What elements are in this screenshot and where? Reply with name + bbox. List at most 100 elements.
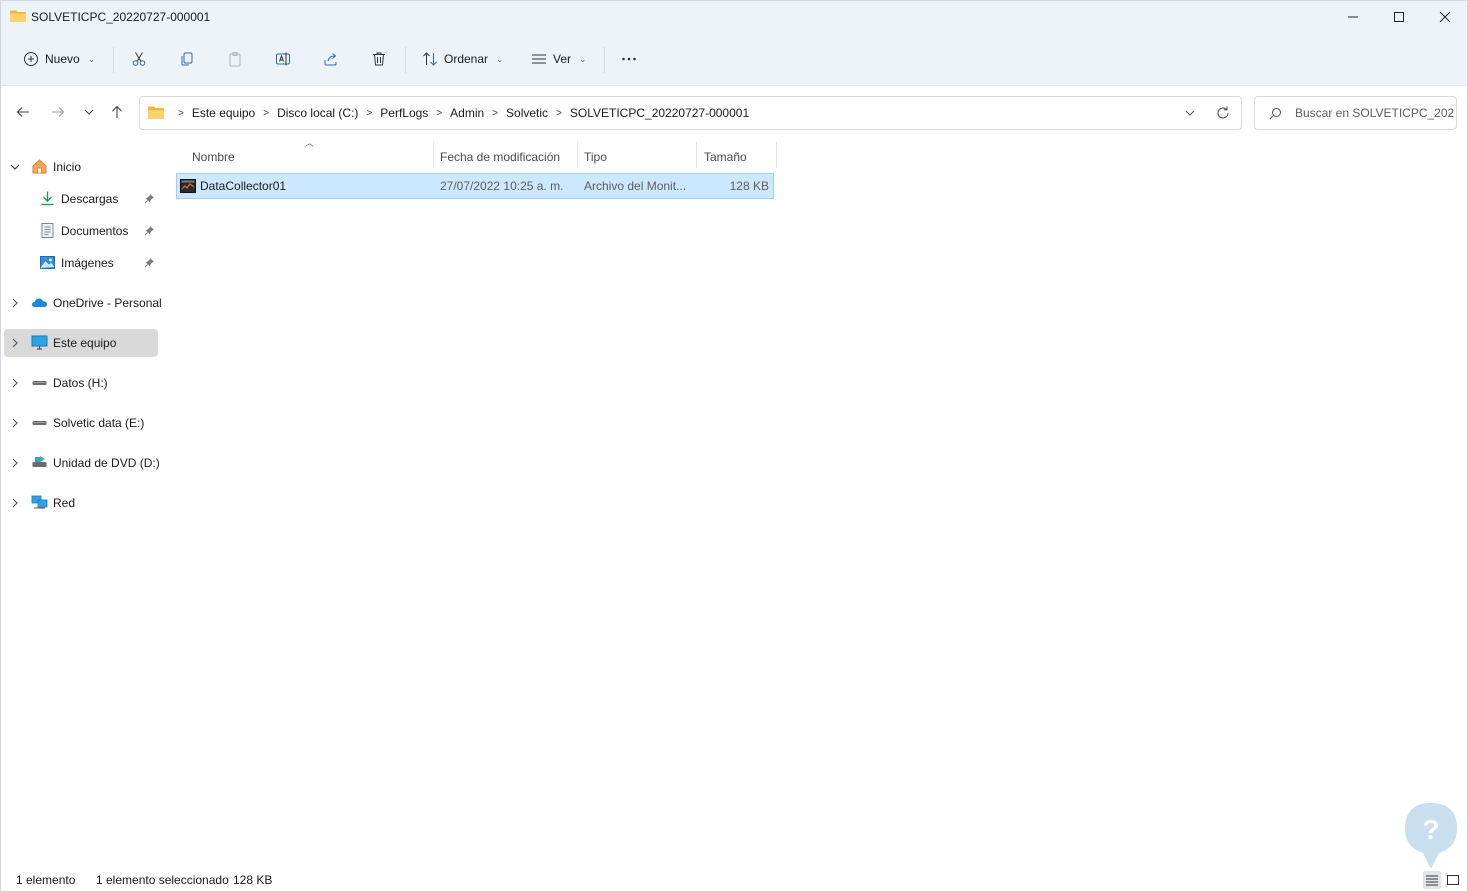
maximize-button[interactable] xyxy=(1376,1,1422,33)
address-history-chevron-icon[interactable] xyxy=(1183,106,1197,120)
cut-button[interactable] xyxy=(125,43,153,75)
column-header-name[interactable]: Nombre xyxy=(192,144,235,170)
sidebar-item-imagenes[interactable]: Imágenes xyxy=(4,249,158,277)
chevron-right-icon: > xyxy=(366,107,373,119)
chevron-down-icon: ⌄ xyxy=(87,53,96,64)
pin-icon[interactable] xyxy=(144,225,155,236)
chevron-right-icon: > xyxy=(436,107,443,119)
sidebar-item-datos-h[interactable]: Datos (H:) xyxy=(4,369,158,397)
breadcrumb-item[interactable]: SOLVETICPC_20220727-000001 xyxy=(570,106,749,120)
column-header-type[interactable]: Tipo xyxy=(584,144,607,170)
pin-icon[interactable] xyxy=(144,193,155,204)
recent-locations-button[interactable] xyxy=(79,102,99,122)
file-name: DataCollector01 xyxy=(200,179,287,193)
sidebar-item-label: Este equipo xyxy=(53,336,117,350)
arrow-right-icon xyxy=(52,107,65,117)
column-header-size[interactable]: Tamaño xyxy=(704,144,747,170)
chevron-down-icon: ⌄ xyxy=(496,53,504,64)
chevron-down-icon: ⌄ xyxy=(579,53,587,64)
delete-button[interactable] xyxy=(365,43,393,75)
cloud-icon xyxy=(32,298,47,307)
breadcrumb-item[interactable]: PerfLogs xyxy=(380,106,428,120)
minimize-icon xyxy=(1348,16,1358,18)
sort-label: Ordenar xyxy=(444,52,489,66)
column-divider[interactable] xyxy=(577,142,578,168)
file-list: Nombre ︿ Fecha de modificación Tipo Tama… xyxy=(164,138,1467,864)
forward-button[interactable] xyxy=(48,102,68,122)
sidebar-item-inicio[interactable]: Inicio xyxy=(4,153,158,181)
column-divider[interactable] xyxy=(696,142,697,168)
sort-ascending-icon: ︿ xyxy=(305,138,315,148)
chevron-right-icon[interactable] xyxy=(9,297,21,309)
search-input[interactable] xyxy=(1295,97,1455,129)
copy-icon xyxy=(181,52,193,66)
minimize-button[interactable] xyxy=(1330,1,1376,33)
pin-icon[interactable] xyxy=(144,257,155,268)
more-options-button[interactable] xyxy=(615,43,643,75)
maximize-icon xyxy=(1394,12,1404,22)
chevron-down-icon[interactable] xyxy=(9,161,21,173)
sidebar-item-solvetic-data-e[interactable]: Solvetic data (E:) xyxy=(4,409,158,437)
tiles-view-button[interactable] xyxy=(1444,871,1462,889)
back-button[interactable] xyxy=(13,102,33,122)
file-explorer-window: SOLVETICPC_20220727-000001 Nuevo ⌄ Orden… xyxy=(0,0,1468,891)
chevron-right-icon[interactable] xyxy=(9,497,21,509)
selection-size: 128 KB xyxy=(233,873,273,887)
address-bar[interactable]: > Este equipo > Disco local (C:) > PerfL… xyxy=(139,96,1242,130)
chevron-right-icon: > xyxy=(556,107,562,119)
column-header-label: Fecha de modificación xyxy=(440,150,561,164)
sidebar-item-label: Datos (H:) xyxy=(53,376,108,390)
chevron-right-icon[interactable] xyxy=(9,377,21,389)
file-type: Archivo del Monit... xyxy=(584,179,687,193)
column-divider[interactable] xyxy=(776,142,777,168)
toolbar-divider xyxy=(113,47,114,73)
breadcrumb-item[interactable]: Admin xyxy=(450,106,484,120)
home-icon xyxy=(32,159,47,174)
details-view-button[interactable] xyxy=(1423,871,1441,889)
command-bar: Nuevo ⌄ Ordenar ⌄ Ver ⌄ xyxy=(1,33,1467,86)
up-button[interactable] xyxy=(107,102,127,122)
paste-icon xyxy=(229,52,241,67)
rename-button[interactable] xyxy=(269,43,297,75)
sidebar-item-onedrive[interactable]: OneDrive - Personal xyxy=(4,289,162,317)
breadcrumb-item[interactable]: Disco local (C:) xyxy=(277,106,358,120)
sidebar-item-documentos[interactable]: Documentos xyxy=(4,217,158,245)
sidebar-item-red[interactable]: Red xyxy=(4,489,158,517)
download-icon xyxy=(41,191,54,206)
plus-circle-icon xyxy=(24,52,38,66)
sidebar-item-label: Unidad de DVD (D:) xyxy=(53,456,160,470)
sidebar-item-label: Imágenes xyxy=(61,256,114,270)
view-button[interactable]: Ver ⌄ xyxy=(525,43,593,75)
close-button[interactable] xyxy=(1422,1,1468,33)
column-divider[interactable] xyxy=(433,142,434,168)
search-box[interactable] xyxy=(1254,96,1457,130)
sort-icon xyxy=(423,52,437,66)
share-button[interactable] xyxy=(317,43,345,75)
search-icon xyxy=(1269,108,1281,120)
sidebar-item-descargas[interactable]: Descargas xyxy=(4,185,158,213)
close-icon xyxy=(1439,11,1451,23)
chevron-right-icon: > xyxy=(178,107,184,119)
computer-icon xyxy=(31,335,48,350)
copy-button[interactable] xyxy=(173,43,201,75)
sort-button[interactable]: Ordenar ⌄ xyxy=(416,43,510,75)
breadcrumb-item[interactable]: Solvetic xyxy=(506,106,548,120)
breadcrumb-item[interactable]: Este equipo xyxy=(192,106,255,120)
sidebar-item-label: Solvetic data (E:) xyxy=(53,416,145,430)
refresh-icon[interactable] xyxy=(1215,105,1231,121)
table-row[interactable]: DataCollector01 27/07/2022 10:25 a. m. A… xyxy=(176,173,774,199)
image-icon xyxy=(40,256,55,269)
details-view-icon xyxy=(1426,875,1438,886)
item-count: 1 elemento xyxy=(16,873,76,887)
sidebar-item-label: Descargas xyxy=(61,192,119,206)
sidebar-item-dvd-d[interactable]: Unidad de DVD (D:) xyxy=(4,449,160,477)
chevron-right-icon[interactable] xyxy=(9,457,21,469)
paste-button[interactable] xyxy=(221,43,249,75)
status-bar: 1 elemento 1 elemento seleccionado 128 K… xyxy=(1,864,1467,891)
column-header-modified[interactable]: Fecha de modificación xyxy=(440,144,560,170)
sidebar-item-label: Inicio xyxy=(53,160,82,174)
chevron-right-icon[interactable] xyxy=(9,417,21,429)
chevron-right-icon[interactable] xyxy=(9,337,21,349)
sidebar-item-este-equipo[interactable]: Este equipo xyxy=(4,329,158,357)
new-button[interactable]: Nuevo ⌄ xyxy=(17,43,101,75)
